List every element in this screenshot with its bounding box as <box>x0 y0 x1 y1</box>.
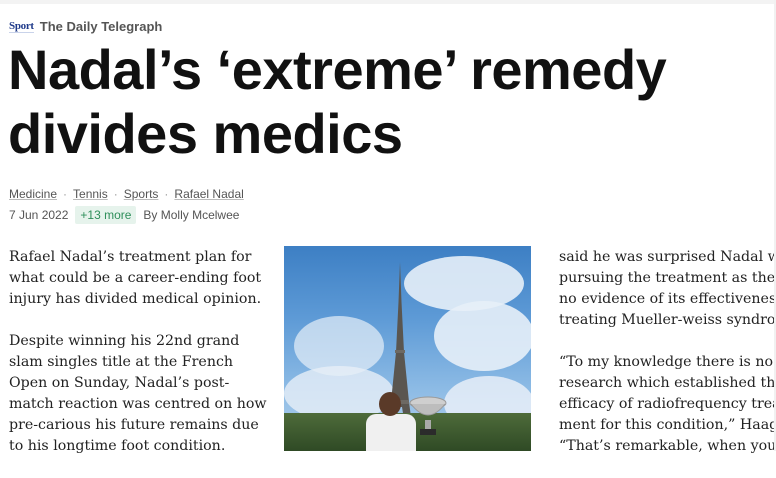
text-line: treating Mueller-weiss syndrom <box>559 312 776 328</box>
tag-sports[interactable]: Sports <box>124 187 159 201</box>
cloud-shape <box>434 301 531 371</box>
text-line: pursuing the treatment as there <box>559 270 776 286</box>
article-column-3: said he was surprised Nadal was pursuing… <box>559 247 776 457</box>
publication-source[interactable]: Sport The Daily Telegraph <box>9 19 162 34</box>
article-photo <box>284 246 531 451</box>
tag-rafael-nadal[interactable]: Rafael Nadal <box>174 187 243 201</box>
byline: By Molly Mcelwee <box>143 208 240 222</box>
tag-separator: · <box>63 187 68 201</box>
more-tags-badge[interactable]: +13 more <box>75 206 137 224</box>
article-headline: Nadal’s ‘extreme’ remedy divides medics <box>8 38 667 165</box>
text-line: “That’s remarkable, when you th <box>559 438 776 454</box>
tag-tennis[interactable]: Tennis <box>73 187 108 201</box>
text-line: no evidence of its effectiveness i <box>559 291 776 307</box>
text-line: research which established the <box>559 375 776 391</box>
text-line-spacer <box>559 331 776 352</box>
tag-separator: · <box>164 187 169 201</box>
topic-tags: Medicine · Tennis · Sports · Rafael Nada… <box>9 187 244 201</box>
sport-section-logo: Sport <box>9 20 34 33</box>
text-line: ment for this condition,” Haag s <box>559 417 776 433</box>
tag-medicine[interactable]: Medicine <box>9 187 57 201</box>
publish-date: 7 Jun 2022 <box>9 208 69 222</box>
article-meta: 7 Jun 2022 +13 more By Molly Mcelwee <box>9 206 239 224</box>
tag-separator: · <box>113 187 118 201</box>
article-column-1: Rafael Nadal’s treatment plan for what c… <box>9 247 271 478</box>
paragraph: Rafael Nadal’s treatment plan for what c… <box>9 249 262 307</box>
trophy-icon <box>409 396 447 435</box>
text-line: “To my knowledge there is no <box>559 354 773 370</box>
player-head <box>379 392 401 416</box>
paragraph: Despite winning his 22nd grand slam sing… <box>9 333 267 454</box>
publication-name: The Daily Telegraph <box>39 19 163 34</box>
text-line: efficacy of radiofrequency treat- <box>559 396 776 412</box>
text-line: said he was surprised Nadal was <box>559 249 776 265</box>
top-bar <box>0 0 776 4</box>
